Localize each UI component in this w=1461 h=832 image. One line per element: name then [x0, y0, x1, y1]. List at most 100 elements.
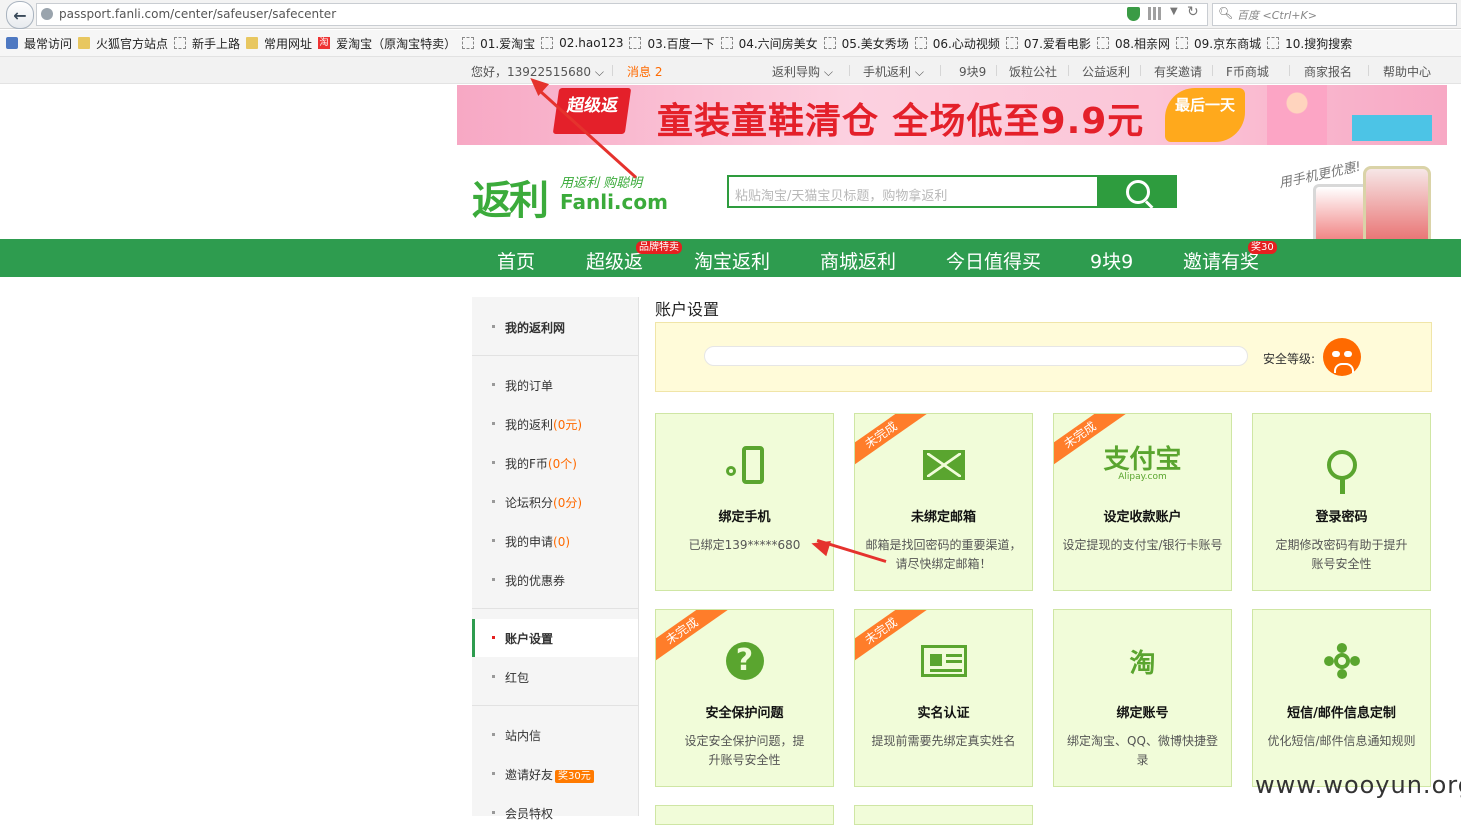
nav-mall-rebate[interactable]: 商城返利	[820, 247, 896, 274]
chevron-down-icon: ⌵	[594, 65, 604, 79]
divider	[472, 355, 638, 356]
question-icon: ?	[725, 642, 764, 680]
nav-invite[interactable]: 邀请有奖 奖30	[1183, 241, 1277, 274]
qr-code-icon[interactable]	[1148, 7, 1161, 20]
card-real-name[interactable]: 未完成 实名认证 提现前需要先绑定真实姓名	[854, 609, 1033, 787]
card-bind-accounts[interactable]: 淘 绑定账号 绑定淘宝、QQ、微博快捷登录	[1053, 609, 1232, 787]
back-button[interactable]: ←	[6, 1, 34, 29]
card-desc: 设定安全保护问题，提升账号安全性	[684, 734, 805, 767]
search-icon: 🔍︎	[1218, 6, 1234, 20]
sidebar-item-home[interactable]: 我的返利网	[472, 308, 638, 346]
bookmark-item[interactable]: 09.京东商城	[1176, 35, 1261, 52]
nav-taobao-rebate[interactable]: 淘宝返利	[694, 247, 770, 274]
sidebar-item-rebate[interactable]: 我的返利(0元)	[472, 405, 638, 443]
topbar-link-mobile[interactable]: 手机返利 ⌵	[863, 63, 924, 80]
card-notification-settings[interactable]: 短信/邮件信息定制 优化短信/邮件信息通知规则	[1252, 609, 1431, 787]
nav-home[interactable]: 首页	[497, 247, 535, 274]
taobao-icon: 淘	[318, 37, 331, 49]
bookmark-item[interactable]: 火狐官方站点	[78, 35, 168, 52]
topbar-link-99[interactable]: 9块9	[959, 63, 986, 80]
mobile-promo[interactable]: 用手机更优惠!	[1273, 158, 1433, 250]
shield-icon[interactable]	[1127, 7, 1140, 21]
bookmark-item[interactable]: 01.爱淘宝	[462, 35, 535, 52]
card-payment-account[interactable]: 未完成 支付宝 Alipay.com 设定收款账户 设定提现的支付宝/银行卡账号	[1053, 413, 1232, 591]
security-progress-bar	[704, 346, 1248, 366]
sidebar-item-orders[interactable]: 我的订单	[472, 366, 638, 404]
divider	[849, 65, 850, 76]
sidebar-item-fcoin[interactable]: 我的F币(0个)	[472, 444, 638, 482]
reload-icon[interactable]: ↻	[1187, 4, 1199, 20]
phone-icon	[741, 446, 764, 484]
sidebar-item-apply[interactable]: 我的申请(0)	[472, 522, 638, 560]
bookmark-item[interactable]: 淘爱淘宝（原淘宝特卖）	[318, 35, 456, 52]
bookmark-item[interactable]: 03.百度一下	[629, 35, 715, 52]
card-login-password[interactable]: 登录密码 定期修改密码有助于提升账号安全性	[1252, 413, 1431, 591]
topbar-link-community[interactable]: 饭粒公社	[1009, 63, 1057, 80]
card-bind-phone[interactable]: 绑定手机 已绑定139*****680	[655, 413, 834, 591]
folder-icon	[246, 37, 259, 49]
sidebar-item-coupons[interactable]: 我的优惠券	[472, 561, 638, 599]
nav-daily-deals[interactable]: 今日值得买	[946, 247, 1041, 274]
bookmark-item[interactable]: 07.爱看电影	[1005, 35, 1091, 52]
site-logo[interactable]: 返利	[472, 168, 549, 226]
sidebar-item-inbox[interactable]: 站内信	[472, 716, 638, 754]
banner-model-image	[1267, 85, 1327, 145]
bookmark-item[interactable]: 05.美女秀场	[823, 35, 909, 52]
sidebar-item-redpack[interactable]: 红包	[472, 658, 638, 696]
topbar-link-help[interactable]: 帮助中心	[1383, 63, 1431, 80]
messages-link[interactable]: 消息 2	[627, 63, 662, 80]
bookmark-item[interactable]: 08.相亲网	[1096, 35, 1170, 52]
bookmark-item[interactable]: 常用网址	[246, 35, 312, 52]
nav-superfan[interactable]: 超级返 品牌特卖	[586, 241, 682, 274]
product-search-input[interactable]: 粘贴淘宝/天猫宝贝标题，购物拿返利	[727, 175, 1099, 208]
card-desc: 优化短信/邮件信息通知规则	[1267, 734, 1416, 748]
card-desc: 已绑定139*****680	[688, 538, 801, 552]
bookmark-item[interactable]: 02.hao123	[541, 36, 623, 50]
bookmark-item[interactable]: 10.搜狗搜索	[1267, 35, 1352, 52]
card-title: 短信/邮件信息定制	[1287, 706, 1396, 721]
search-placeholder: 粘贴淘宝/天猫宝贝标题，购物拿返利	[735, 189, 948, 204]
browser-search-input[interactable]: 🔍︎ 百度 <Ctrl+K>	[1212, 3, 1457, 26]
page-icon	[823, 37, 836, 49]
page-icon	[1005, 37, 1018, 49]
promo-banner[interactable]: 超级返 童装童鞋清仓 全场低至9.9元 最后一天	[457, 85, 1447, 145]
divider	[472, 608, 638, 609]
search-icon	[1126, 179, 1150, 204]
sidebar-item-forum[interactable]: 论坛积分(0分)	[472, 483, 638, 521]
watermark: www.wooyun.org	[1255, 771, 1461, 799]
bookmark-item[interactable]: 06.心动视频	[914, 35, 1000, 52]
page-icon	[462, 37, 475, 49]
banner-badge: 最后一天	[1165, 88, 1245, 142]
nav-badge: 品牌特卖	[636, 241, 682, 254]
bookmark-item[interactable]: 最常访问	[6, 35, 72, 52]
card-partial[interactable]	[854, 805, 1033, 825]
sidebar-item-member[interactable]: 会员特权	[472, 794, 638, 832]
card-title: 实名认证	[917, 706, 970, 721]
card-security-question[interactable]: 未完成 ? 安全保护问题 设定安全保护问题，提升账号安全性	[655, 609, 834, 787]
topbar-link-merchant[interactable]: 商家报名	[1304, 63, 1352, 80]
card-title: 登录密码	[1315, 510, 1368, 525]
page-title: 账户设置	[655, 300, 720, 319]
card-bind-email[interactable]: 未完成 未绑定邮箱 邮箱是找回密码的重要渠道，请尽快绑定邮箱！	[854, 413, 1033, 591]
topbar-link-invite[interactable]: 有奖邀请	[1154, 63, 1202, 80]
topbar-link-charity[interactable]: 公益返利	[1082, 63, 1130, 80]
bookmark-item[interactable]: 新手上路	[174, 35, 240, 52]
card-desc: 定期修改密码有助于提升账号安全性	[1275, 538, 1408, 571]
bookmark-item[interactable]: 04.六间房美女	[720, 35, 818, 52]
card-desc: 提现前需要先绑定真实姓名	[871, 734, 1016, 748]
topbar-link-fcoin[interactable]: F币商城	[1226, 63, 1269, 80]
card-partial[interactable]	[655, 805, 834, 825]
divider	[612, 65, 613, 76]
topbar-link-guide[interactable]: 返利导购 ⌵	[772, 63, 833, 80]
search-button[interactable]	[1099, 175, 1177, 208]
card-title: 绑定账号	[1116, 706, 1169, 721]
sidebar-item-account[interactable]: 账户设置	[472, 619, 638, 657]
address-bar[interactable]: passport.fanli.com/center/safeuser/safec…	[36, 3, 1208, 26]
divider	[1368, 65, 1369, 76]
nav-99[interactable]: 9块9	[1090, 247, 1133, 274]
alipay-icon: 支付宝 Alipay.com	[1103, 445, 1182, 482]
sidebar-item-invite[interactable]: 邀请好友 奖30元	[472, 755, 638, 793]
main-nav: 首页 超级返 品牌特卖 淘宝返利 商城返利 今日值得买 9块9 邀请有奖 奖30	[0, 239, 1461, 277]
banner-product-image	[1352, 115, 1432, 141]
dropdown-arrow-icon[interactable]: ▼	[1170, 6, 1178, 17]
